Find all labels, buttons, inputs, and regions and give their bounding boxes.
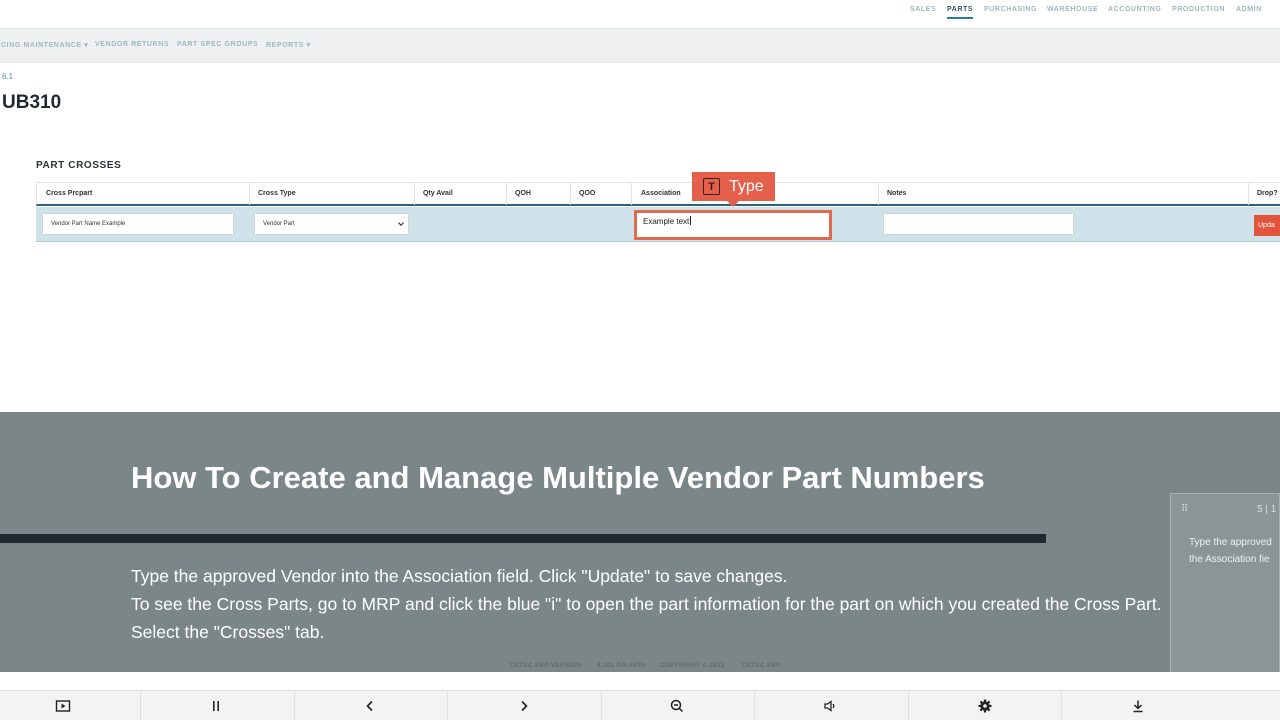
page-title: UB310 bbox=[2, 92, 62, 113]
table-row: Vendor Part Name Example Vendor Part Exa… bbox=[36, 207, 1280, 242]
tutorial-body: Type the approved Vendor into the Associ… bbox=[131, 562, 1162, 646]
screen: SALES PARTS PURCHASING WAREHOUSE ACCOUNT… bbox=[0, 0, 1280, 720]
pause-icon bbox=[213, 701, 219, 711]
volume-icon bbox=[824, 700, 835, 712]
type-action-badge: T Type bbox=[692, 172, 775, 207]
zoom-out-icon bbox=[670, 699, 684, 713]
col-drop: Drop? bbox=[1257, 190, 1278, 197]
slideshow-button[interactable] bbox=[33, 691, 93, 720]
cross-prcpart-input[interactable]: Vendor Part Name Example bbox=[42, 213, 234, 235]
pause-button[interactable] bbox=[186, 691, 246, 720]
step-text-line: Type the approved bbox=[1189, 537, 1272, 548]
progress-bar bbox=[0, 534, 1046, 543]
type-badge-label: Type bbox=[729, 177, 764, 195]
text-cursor bbox=[690, 216, 692, 225]
zoom-out-button[interactable] bbox=[647, 691, 707, 720]
volume-button[interactable] bbox=[800, 691, 860, 720]
update-button[interactable]: Upda bbox=[1254, 215, 1280, 236]
tutorial-line: Select the "Crosses" tab. bbox=[131, 622, 325, 642]
footer-version-label: CETEC ERP VERSION bbox=[510, 663, 582, 669]
tutorial-line: Type the approved Vendor into the Associ… bbox=[131, 566, 788, 586]
col-cross-prcpart: Cross Prcpart bbox=[46, 190, 93, 197]
notes-input[interactable] bbox=[883, 213, 1074, 235]
tutorial-title: How To Create and Manage Multiple Vendor… bbox=[131, 460, 985, 495]
step-text-line: the Association fie bbox=[1189, 554, 1270, 565]
top-nav: SALES PARTS PURCHASING WAREHOUSE ACCOUNT… bbox=[0, 0, 1280, 28]
download-button[interactable] bbox=[1108, 691, 1168, 720]
association-input[interactable]: Example text bbox=[634, 210, 832, 240]
col-notes: Notes bbox=[887, 190, 907, 197]
slideshow-icon bbox=[55, 700, 71, 712]
col-qoo: QOO bbox=[579, 190, 596, 197]
col-qoh: QOH bbox=[515, 190, 531, 197]
nav-warehouse[interactable]: WAREHOUSE bbox=[1047, 6, 1098, 13]
column-divider bbox=[631, 183, 632, 205]
nav-purchasing[interactable]: PURCHASING bbox=[984, 6, 1037, 13]
cross-type-value: Vendor Part bbox=[263, 221, 295, 227]
version-link[interactable]: 6.1 bbox=[2, 72, 13, 81]
tutorial-line: To see the Cross Parts, go to MRP and cl… bbox=[131, 594, 1162, 614]
col-qty-avail: Qty Avail bbox=[423, 190, 453, 197]
sub-nav: CING MAINTENANCE ▾ VENDOR RETURNS PART S… bbox=[0, 28, 1280, 63]
subnav-vendor-returns[interactable]: VENDOR RETURNS bbox=[95, 41, 169, 48]
column-divider bbox=[249, 183, 250, 205]
app-footer: CETEC ERP VERSION 4.101 ON APP2 COPYRIGH… bbox=[0, 660, 1280, 672]
settings-button[interactable] bbox=[955, 691, 1015, 720]
part-crosses-table: Cross Prcpart Cross Type Qty Avail QOH Q… bbox=[36, 182, 1280, 242]
nav-sales[interactable]: SALES bbox=[910, 6, 936, 13]
previous-icon bbox=[366, 700, 373, 712]
subnav-reports[interactable]: REPORTS ▾ bbox=[266, 41, 311, 49]
divider bbox=[908, 691, 909, 720]
column-divider bbox=[506, 183, 507, 205]
nav-accounting[interactable]: ACCOUNTING bbox=[1108, 6, 1161, 13]
subnav-part-spec-groups[interactable]: PART SPEC GROUPS bbox=[177, 41, 258, 48]
download-icon bbox=[1133, 700, 1143, 713]
footer-brand: CETEC ERP bbox=[742, 663, 781, 669]
tutorial-overlay: How To Create and Manage Multiple Vendor… bbox=[0, 412, 1280, 672]
divider bbox=[447, 691, 448, 720]
divider bbox=[294, 691, 295, 720]
step-text: Type the approved the Association fie bbox=[1189, 534, 1272, 568]
subnav-pricing-maintenance[interactable]: CING MAINTENANCE ▾ bbox=[1, 41, 88, 49]
footer-version-value: 4.101 ON APP2 bbox=[597, 663, 647, 669]
table-header: Cross Prcpart Cross Type Qty Avail QOH Q… bbox=[36, 182, 1280, 206]
chevron-down-icon bbox=[398, 222, 404, 226]
footer-copyright: COPYRIGHT © 2022 bbox=[660, 663, 725, 669]
next-icon bbox=[521, 700, 528, 712]
column-divider bbox=[570, 183, 571, 205]
section-title: PART CROSSES bbox=[36, 160, 122, 171]
association-value: Example text bbox=[643, 216, 692, 226]
settings-icon bbox=[978, 699, 992, 713]
divider bbox=[140, 691, 141, 720]
divider bbox=[754, 691, 755, 720]
badge-pointer bbox=[727, 201, 739, 207]
drag-handle-icon[interactable]: ⠿ bbox=[1181, 504, 1188, 515]
nav-production[interactable]: PRODUCTION bbox=[1172, 6, 1225, 13]
cross-type-select[interactable]: Vendor Part bbox=[254, 213, 409, 235]
nav-admin[interactable]: ADMIN bbox=[1236, 6, 1262, 13]
previous-button[interactable] bbox=[340, 691, 400, 720]
nav-parts[interactable]: PARTS bbox=[947, 6, 974, 19]
divider bbox=[1061, 691, 1062, 720]
col-association: Association bbox=[641, 190, 681, 197]
column-divider bbox=[1248, 183, 1249, 205]
player-controls bbox=[0, 690, 1280, 720]
column-divider bbox=[878, 183, 879, 205]
type-icon: T bbox=[703, 178, 720, 195]
column-divider bbox=[414, 183, 415, 205]
divider bbox=[601, 691, 602, 720]
col-cross-type: Cross Type bbox=[258, 190, 296, 197]
step-panel[interactable]: ⠿ 5 | 1 Type the approved the Associatio… bbox=[1170, 493, 1280, 690]
step-counter: 5 | 1 bbox=[1257, 504, 1277, 515]
next-button[interactable] bbox=[494, 691, 554, 720]
